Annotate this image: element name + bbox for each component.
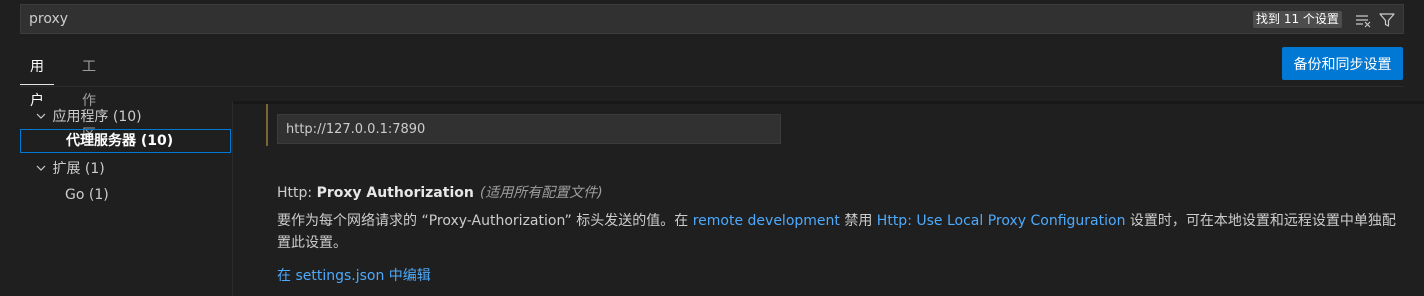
search-result-count: 找到 11 个设置 [1253,11,1342,28]
toc-item-label: 代理服务器 (10) [66,133,174,149]
setting-title: Http: Proxy Authorization (适用所有配置文件) [277,182,603,202]
filter-icon[interactable] [1378,11,1396,29]
tab-workspace[interactable]: 工作区 [72,50,106,143]
setting-description: 要作为每个网络请求的 “Proxy-Authorization” 标头发送的值。… [277,210,1397,254]
header-divider [20,86,1404,87]
chevron-down-icon [34,157,48,181]
remote-development-link[interactable]: remote development [693,213,840,229]
clear-filter-icon[interactable] [1354,11,1372,29]
tab-user[interactable]: 用户 [20,50,54,109]
use-local-proxy-link[interactable]: Http: Use Local Proxy Configuration [877,213,1126,229]
setting-category: Http: [277,185,317,201]
toc-item-label: 应用程序 (10) [52,109,142,125]
settings-list-scroll-shadow [233,101,1424,104]
desc-text: 禁用 [839,213,877,229]
backup-and-sync-button[interactable]: 备份和同步设置 [1282,47,1403,80]
toc-item-application[interactable]: 应用程序 (10) [34,105,142,129]
settings-search-bar: 找到 11 个设置 [20,4,1404,34]
toc-item-go[interactable]: Go (1) [65,183,109,207]
settings-search-input[interactable] [29,5,1229,33]
toc-item-proxy-server[interactable]: 代理服务器 (10) [20,129,231,153]
desc-text: 要作为每个网络请求的 “Proxy-Authorization” 标头发送的值。… [277,213,693,229]
modified-indicator [266,104,268,146]
edit-in-settings-json-link[interactable]: 在 settings.json 中编辑 [277,265,431,285]
setting-name: Proxy Authorization [316,185,474,201]
setting-scope: (适用所有配置文件) [479,185,603,201]
proxy-url-field[interactable] [277,114,781,144]
chevron-down-icon [34,105,48,129]
toc-item-extensions[interactable]: 扩展 (1) [34,157,105,181]
toc-item-label: 扩展 (1) [52,161,105,177]
toc-item-label: Go (1) [65,187,109,203]
